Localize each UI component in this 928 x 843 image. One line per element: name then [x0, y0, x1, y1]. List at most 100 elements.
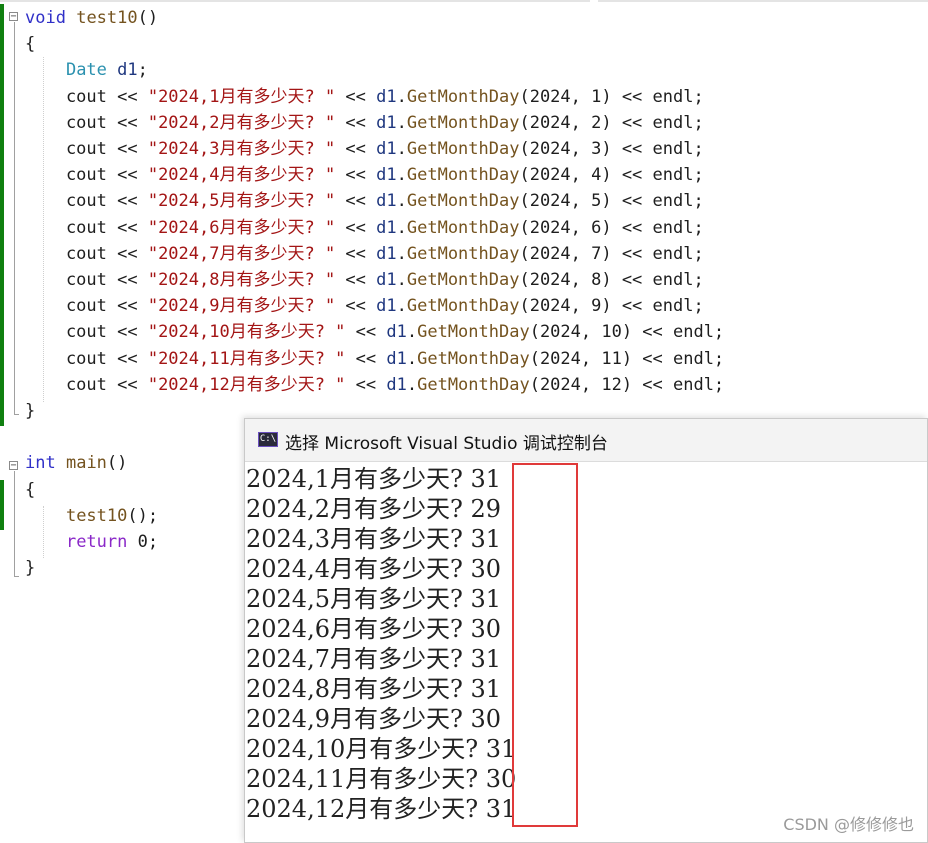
- code-line[interactable]: }: [25, 398, 35, 424]
- code-line[interactable]: void test10(): [25, 5, 158, 31]
- code-line[interactable]: cout << "2024,4月有多少天? " << d1.GetMonthDa…: [25, 162, 704, 188]
- code-line[interactable]: cout << "2024,2月有多少天? " << d1.GetMonthDa…: [25, 110, 704, 136]
- code-token: "2024,9月有多少天? ": [147, 296, 336, 317]
- code-token: (2024, 7) << endl;: [519, 243, 704, 264]
- code-token: ();: [127, 505, 159, 526]
- output-prompt: 2024,10月有多少天?: [246, 735, 486, 763]
- console-output-line: 2024,2月有多少天? 29: [246, 494, 501, 524]
- code-token: <<: [335, 112, 377, 133]
- code-line[interactable]: cout << "2024,12月有多少天? " << d1.GetMonthD…: [25, 372, 724, 398]
- output-value: 31: [470, 585, 502, 613]
- code-token: {: [25, 479, 36, 500]
- collapse-test10-button[interactable]: −: [9, 12, 18, 22]
- code-line[interactable]: cout << "2024,5月有多少天? " << d1.GetMonthDa…: [25, 188, 704, 214]
- code-token: d1: [376, 243, 397, 264]
- code-token: d1: [376, 296, 397, 317]
- code-line[interactable]: cout << "2024,3月有多少天? " << d1.GetMonthDa…: [25, 136, 704, 162]
- code-token: <<: [335, 217, 377, 238]
- code-token: GetMonthDay: [417, 322, 530, 343]
- code-token: Date: [65, 60, 107, 81]
- code-token: GetMonthDay: [406, 191, 520, 212]
- code-token: GetMonthDay: [406, 217, 520, 238]
- code-token: (): [137, 8, 159, 28]
- code-line[interactable]: cout << "2024,1月有多少天? " << d1.GetMonthDa…: [25, 84, 704, 110]
- code-token: (2024, 11) << endl;: [529, 348, 725, 369]
- console-output-line: 2024,5月有多少天? 31: [246, 584, 501, 614]
- code-token: cout <<: [25, 139, 148, 159]
- code-line[interactable]: int main(): [25, 450, 127, 476]
- code-token: GetMonthDay: [406, 139, 520, 159]
- code-token: d1: [376, 139, 397, 159]
- code-token: .: [396, 191, 407, 212]
- result-highlight-box: [512, 463, 578, 827]
- code-line[interactable]: cout << "2024,11月有多少天? " << d1.GetMonthD…: [25, 346, 724, 372]
- output-value: 30: [470, 705, 502, 733]
- code-token: (2024, 12) << endl;: [529, 374, 725, 395]
- output-prompt: 2024,4月有多少天?: [246, 555, 471, 583]
- code-line[interactable]: {: [25, 477, 35, 503]
- code-line[interactable]: cout << "2024,6月有多少天? " << d1.GetMonthDa…: [25, 215, 704, 241]
- code-token: GetMonthDay: [406, 270, 520, 290]
- output-value: 30: [470, 555, 502, 583]
- code-token: (): [106, 453, 128, 474]
- code-line[interactable]: cout << "2024,8月有多少天? " << d1.GetMonthDa…: [25, 267, 704, 293]
- code-token: return: [65, 532, 128, 552]
- console-title-bar[interactable]: C:\ 选择 Microsoft Visual Studio 调试控制台: [245, 419, 927, 462]
- code-line[interactable]: Date d1;: [25, 57, 148, 83]
- code-token: d1: [376, 86, 397, 107]
- code-line[interactable]: }: [25, 555, 35, 581]
- code-token: cout <<: [25, 191, 148, 212]
- code-token: d1: [376, 112, 397, 133]
- output-prompt: 2024,7月有多少天?: [246, 645, 471, 673]
- code-token: cout <<: [25, 112, 148, 133]
- code-token: "2024,10月有多少天? ": [147, 322, 346, 343]
- code-token: }: [25, 401, 36, 421]
- code-line[interactable]: cout << "2024,7月有多少天? " << d1.GetMonthDa…: [25, 241, 704, 267]
- console-output-line: 2024,7月有多少天? 31: [246, 644, 501, 674]
- code-token: GetMonthDay: [417, 348, 530, 369]
- code-token: (2024, 9) << endl;: [519, 296, 704, 317]
- change-indicator-bar: [0, 4, 4, 426]
- code-token: .: [396, 86, 407, 107]
- code-token: <<: [335, 86, 377, 107]
- output-prompt: 2024,3月有多少天?: [246, 525, 471, 553]
- output-prompt: 2024,1月有多少天?: [246, 465, 471, 493]
- fold-guide-end: [14, 414, 19, 415]
- fold-guide-end: [14, 576, 19, 577]
- code-token: cout <<: [25, 243, 148, 264]
- code-line[interactable]: test10();: [25, 503, 158, 529]
- output-prompt: 2024,2月有多少天?: [246, 495, 471, 523]
- code-line[interactable]: return 0;: [25, 529, 158, 555]
- code-token: .: [406, 348, 418, 369]
- code-token: (2024, 8) << endl;: [519, 270, 704, 290]
- editor-top-border: [0, 0, 928, 3]
- code-token: d1: [376, 217, 397, 238]
- code-token: "2024,11月有多少天? ": [147, 348, 346, 369]
- code-token: <<: [335, 243, 377, 264]
- code-token: d1: [386, 348, 407, 369]
- code-token: }: [25, 558, 36, 579]
- code-token: <<: [335, 191, 377, 212]
- output-value: 31: [470, 645, 502, 673]
- output-value: 31: [470, 465, 502, 493]
- code-line[interactable]: {: [25, 31, 35, 57]
- code-line[interactable]: cout << "2024,10月有多少天? " << d1.GetMonthD…: [25, 319, 724, 345]
- output-prompt: 2024,9月有多少天?: [246, 705, 471, 733]
- code-token: ;: [137, 60, 148, 81]
- debug-console-window[interactable]: C:\ 选择 Microsoft Visual Studio 调试控制台 202…: [244, 418, 928, 843]
- code-token: cout <<: [25, 217, 148, 238]
- collapse-main-button[interactable]: −: [9, 461, 18, 471]
- code-token: (2024, 3) << endl;: [519, 139, 704, 159]
- code-token: GetMonthDay: [417, 374, 530, 395]
- output-prompt: 2024,11月有多少天?: [246, 765, 486, 793]
- code-token: int: [25, 453, 56, 474]
- code-token: "2024,12月有多少天? ": [147, 374, 346, 395]
- code-token: <<: [335, 270, 377, 290]
- code-token: GetMonthDay: [406, 165, 520, 186]
- code-token: <<: [345, 322, 387, 343]
- code-token: cout <<: [25, 86, 148, 107]
- code-line[interactable]: cout << "2024,9月有多少天? " << d1.GetMonthDa…: [25, 293, 704, 319]
- code-token: "2024,4月有多少天? ": [147, 165, 336, 186]
- console-output-line: 2024,3月有多少天? 31: [246, 524, 501, 554]
